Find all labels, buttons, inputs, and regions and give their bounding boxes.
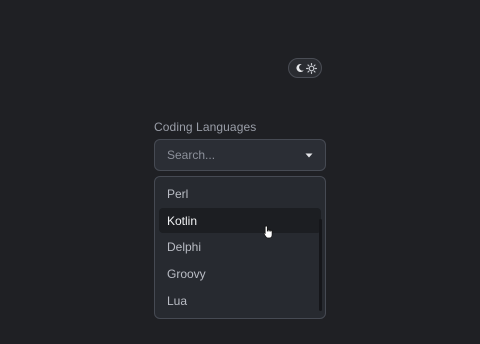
theme-toggle[interactable] — [288, 58, 322, 78]
page: Coding Languages Perl Kotlin Delphi Groo… — [0, 0, 480, 344]
moon-icon — [294, 63, 305, 74]
option-lua[interactable]: Lua — [159, 288, 321, 313]
caret-down-icon[interactable] — [303, 149, 315, 161]
option-perl[interactable]: Perl — [159, 181, 321, 206]
language-listbox[interactable]: Perl Kotlin Delphi Groovy Lua — [154, 176, 326, 319]
option-groovy[interactable]: Groovy — [159, 261, 321, 286]
listbox-scrollbar[interactable] — [319, 219, 322, 311]
language-combobox[interactable] — [154, 139, 326, 171]
option-delphi[interactable]: Delphi — [159, 234, 321, 259]
sun-icon — [306, 62, 317, 74]
field-label: Coding Languages — [154, 120, 257, 134]
search-input[interactable] — [167, 148, 303, 162]
option-kotlin[interactable]: Kotlin — [159, 208, 321, 233]
